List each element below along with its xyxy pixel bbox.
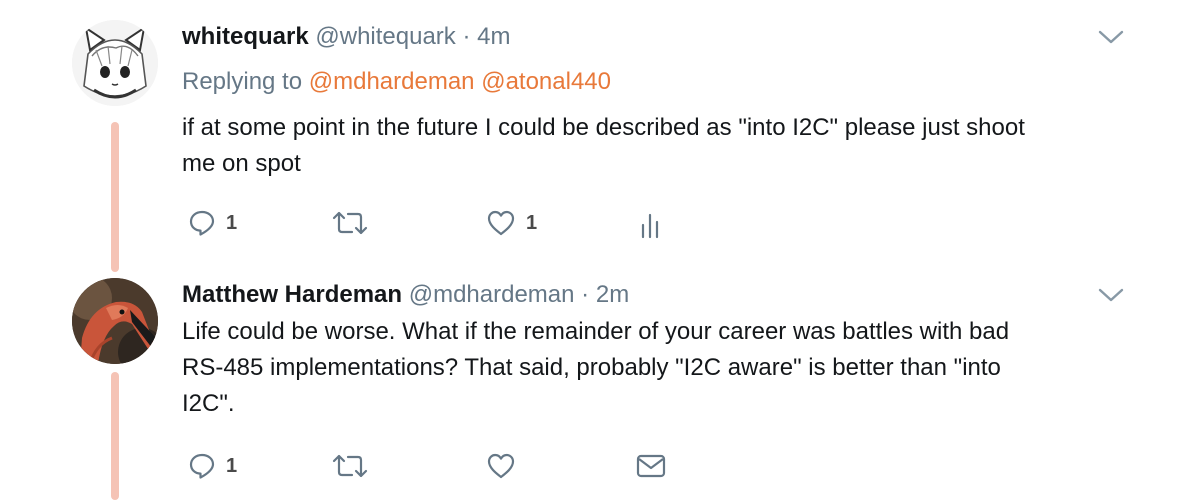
heart-icon: [487, 210, 515, 236]
tweet-whitequark[interactable]: whitequark @whitequark · 4m Replying to …: [0, 0, 1200, 272]
thread-connector-line: [111, 372, 119, 500]
author-fullname[interactable]: whitequark: [182, 23, 309, 50]
analytics-bar-icon: [641, 213, 659, 239]
direct-message-button[interactable]: [636, 446, 666, 486]
like-button[interactable]: 1: [486, 203, 537, 243]
reply-icon: [189, 210, 215, 236]
reply-button[interactable]: 1: [188, 446, 237, 486]
tweet-timestamp[interactable]: 2m: [596, 281, 629, 308]
reply-button[interactable]: 1: [188, 203, 237, 243]
header-separator: ·: [581, 281, 590, 308]
tweet-text: if at some point in the future I could b…: [182, 110, 1132, 182]
reply-icon: [189, 453, 215, 479]
tweet-text-line: RS-485 implementations? That said, proba…: [182, 354, 1001, 381]
retweet-button[interactable]: [330, 203, 370, 243]
replying-to-label: Replying to: [182, 68, 303, 95]
author-fullname[interactable]: Matthew Hardeman: [182, 281, 402, 308]
retweet-icon: [332, 211, 368, 235]
tweet-timestamp[interactable]: 4m: [477, 23, 510, 50]
flamingo-avatar-icon: [72, 278, 158, 364]
tweet-header: whitequark @whitequark · 4m: [182, 22, 511, 52]
tweet-text-line: I2C".: [182, 390, 235, 417]
retweet-button[interactable]: [330, 446, 370, 486]
author-username[interactable]: @mdhardeman: [409, 281, 575, 308]
reply-count: 1: [226, 211, 238, 234]
tweet-text-line: me on spot: [182, 150, 301, 177]
replying-to-context: Replying to @mdhardeman @atonal440: [182, 67, 611, 97]
heart-icon: [487, 453, 515, 479]
analytics-button[interactable]: [638, 203, 662, 243]
tweet-text: Life could be worse. What if the remaind…: [182, 314, 1132, 422]
header-separator: ·: [462, 23, 471, 50]
anime-cat-girl-avatar-icon: [72, 20, 158, 106]
tweet-text-line: Life could be worse. What if the remaind…: [182, 318, 1010, 345]
chevron-down-icon[interactable]: [1098, 287, 1124, 303]
mention-link[interactable]: @mdhardeman: [309, 68, 475, 95]
tweet-header: Matthew Hardeman @mdhardeman · 2m: [182, 280, 629, 310]
tweet-text-line: if at some point in the future I could b…: [182, 114, 1025, 141]
like-button[interactable]: [486, 446, 516, 486]
avatar-mdhardeman[interactable]: [72, 278, 158, 364]
author-username[interactable]: @whitequark: [315, 23, 455, 50]
like-count: 1: [526, 211, 538, 234]
mention-link[interactable]: @atonal440: [481, 68, 611, 95]
reply-count: 1: [226, 454, 238, 477]
retweet-icon: [332, 454, 368, 478]
avatar-whitequark[interactable]: [72, 20, 158, 106]
chevron-down-icon[interactable]: [1098, 29, 1124, 45]
envelope-icon: [636, 454, 666, 478]
thread-connector-line: [111, 122, 119, 272]
